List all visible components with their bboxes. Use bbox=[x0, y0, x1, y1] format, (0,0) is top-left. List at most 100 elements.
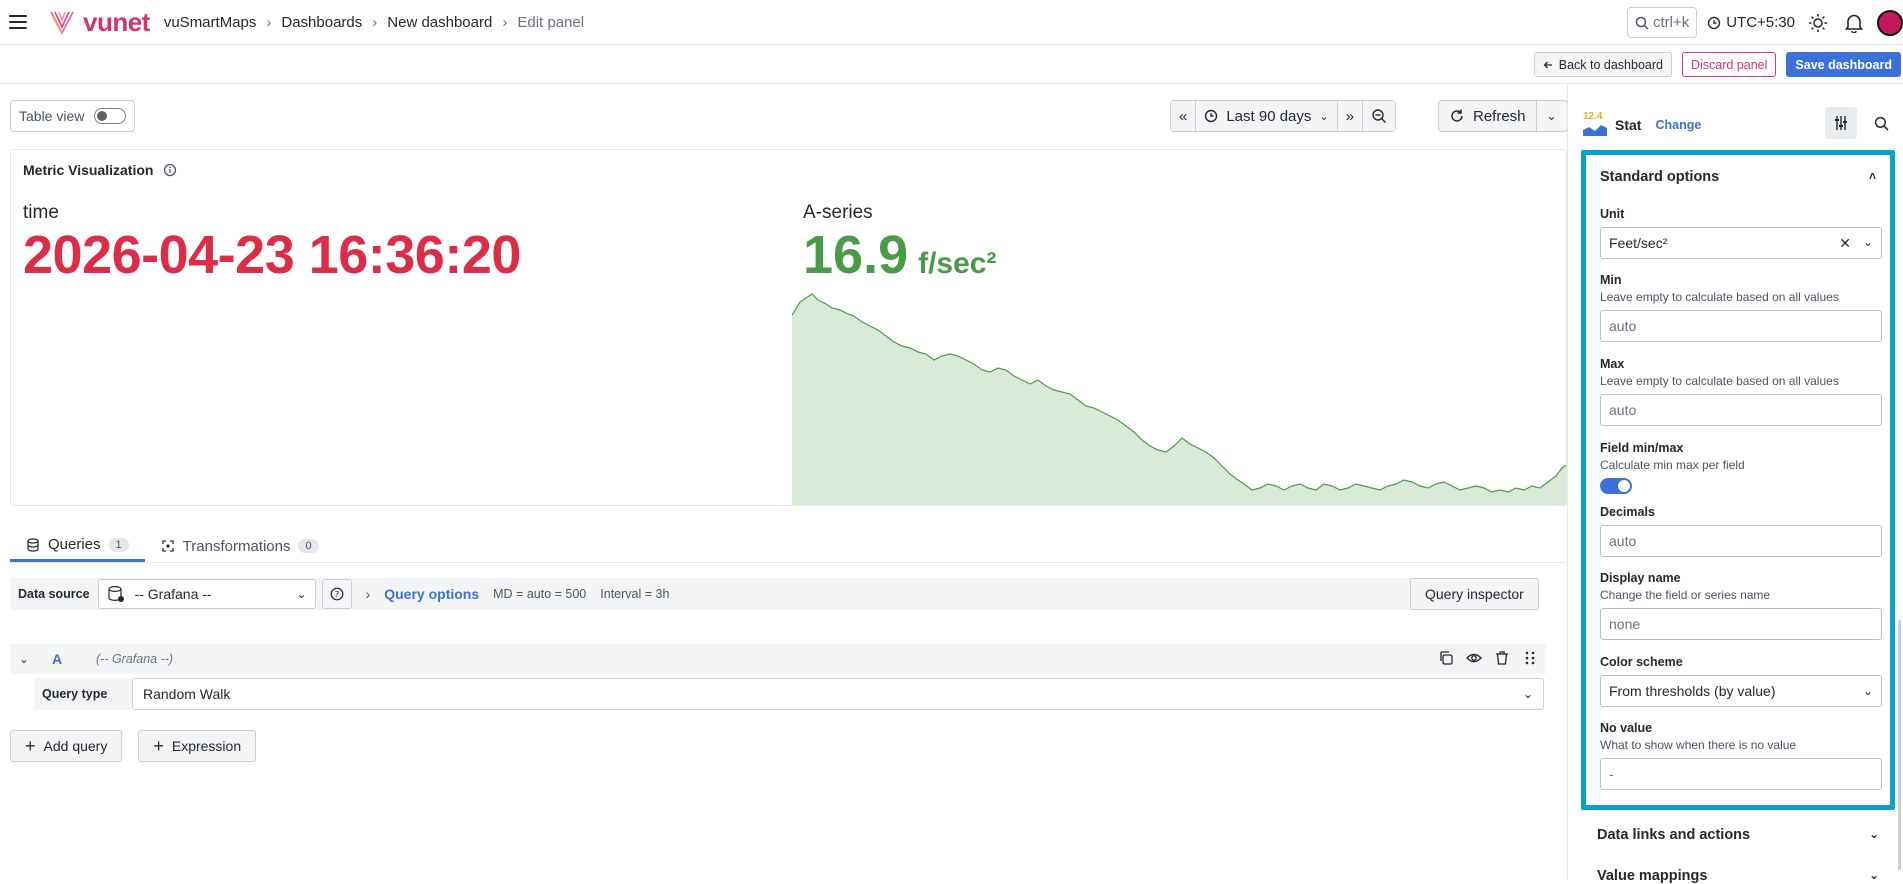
query-options-md: MD = auto = 500 bbox=[493, 587, 587, 601]
info-icon[interactable] bbox=[163, 163, 177, 177]
svg-text:?: ? bbox=[334, 590, 338, 599]
field-min-max-switch[interactable] bbox=[1600, 478, 1632, 494]
trash-icon[interactable] bbox=[1494, 650, 1510, 666]
options-toggle-button[interactable] bbox=[1825, 107, 1857, 139]
collapse-query-icon[interactable]: ⌄ bbox=[10, 653, 38, 666]
transform-icon bbox=[162, 540, 174, 552]
pane-divider[interactable] bbox=[1567, 84, 1568, 880]
avatar[interactable] bbox=[1877, 9, 1903, 36]
back-to-dashboard-button[interactable]: Back to dashboard bbox=[1533, 52, 1672, 77]
zoom-out-icon bbox=[1372, 109, 1386, 123]
drag-handle-icon[interactable] bbox=[1522, 650, 1538, 666]
color-scheme-label: Color scheme bbox=[1600, 655, 1683, 669]
panel-title: Metric Visualization bbox=[23, 162, 177, 178]
data-source-help-button[interactable]: ? bbox=[321, 579, 352, 609]
add-query-button[interactable]: + Add query bbox=[10, 730, 123, 762]
menu-icon[interactable] bbox=[9, 15, 27, 29]
zoom-out-button[interactable] bbox=[1362, 101, 1395, 131]
query-type-label: Query type bbox=[34, 678, 132, 710]
data-source-value: -- Grafana -- bbox=[134, 586, 212, 602]
unit-value: Feet/sec² bbox=[1609, 235, 1668, 251]
breadcrumb-item-new-dashboard[interactable]: New dashboard bbox=[387, 14, 492, 31]
table-view-switch[interactable] bbox=[94, 108, 127, 124]
breadcrumb-item-vusmartmaps[interactable]: vuSmartMaps bbox=[164, 14, 257, 31]
color-scheme-select[interactable]: From thresholds (by value) ⌄ bbox=[1600, 675, 1882, 707]
duplicate-icon[interactable] bbox=[1438, 650, 1454, 666]
time-range-picker[interactable]: Last 90 days ⌄ bbox=[1196, 101, 1338, 131]
options-scrollbar[interactable] bbox=[1898, 620, 1901, 870]
chevron-right-icon: › bbox=[266, 13, 272, 31]
display-name-label: Display name bbox=[1600, 571, 1681, 585]
display-name-field: Display name Change the field or series … bbox=[1600, 571, 1882, 640]
time-shift-forward-button[interactable]: » bbox=[1337, 101, 1363, 131]
search-icon bbox=[1874, 116, 1888, 130]
standard-options-header[interactable]: Standard options ˄ bbox=[1600, 169, 1876, 185]
query-type-select[interactable]: Random Walk ⌄ bbox=[132, 678, 1544, 710]
display-name-placeholder: none bbox=[1609, 616, 1641, 632]
query-ref-id[interactable]: A bbox=[38, 651, 96, 667]
series-stat-unit: f/sec² bbox=[918, 247, 997, 280]
clear-icon[interactable]: ✕ bbox=[1839, 235, 1851, 252]
refresh-interval-dropdown[interactable]: ⌄ bbox=[1537, 101, 1567, 131]
field-min-max-label: Field min/max bbox=[1600, 441, 1684, 455]
query-inspector-button[interactable]: Query inspector bbox=[1410, 578, 1539, 610]
max-label: Max bbox=[1600, 357, 1625, 371]
logo[interactable]: vunet bbox=[49, 7, 150, 38]
refresh-button[interactable]: Refresh bbox=[1439, 101, 1537, 131]
data-source-picker[interactable]: -- Grafana -- ⌄ bbox=[97, 579, 316, 609]
min-field: Min Leave empty to calculate based on al… bbox=[1600, 273, 1882, 342]
data-links-section-header[interactable]: Data links and actions ⌄ bbox=[1583, 827, 1893, 843]
search-options-button[interactable] bbox=[1865, 107, 1897, 139]
display-name-input[interactable]: none bbox=[1600, 608, 1882, 640]
chevron-down-icon: ⌄ bbox=[1319, 110, 1329, 123]
sparkline bbox=[792, 293, 1566, 505]
value-mappings-section-header[interactable]: Value mappings ⌄ bbox=[1583, 868, 1893, 884]
no-value-input[interactable]: - bbox=[1600, 758, 1882, 790]
unit-select[interactable]: Feet/sec² ✕ ⌄ bbox=[1600, 227, 1882, 259]
display-name-description: Change the field or series name bbox=[1600, 588, 1771, 602]
time-shift-back-button[interactable]: « bbox=[1171, 101, 1197, 131]
theme-toggle-button[interactable] bbox=[1805, 10, 1831, 36]
eye-icon[interactable] bbox=[1466, 650, 1482, 666]
search-input[interactable]: ctrl+k bbox=[1626, 7, 1698, 38]
panel-toolbar: Table view « Last 90 days ⌄ » Refresh ⌄ bbox=[10, 100, 1568, 134]
timezone-button[interactable]: UTC+5:30 bbox=[1707, 14, 1795, 31]
series-stat-label: A-series bbox=[803, 202, 873, 223]
data-links-title: Data links and actions bbox=[1597, 827, 1751, 843]
query-options-title: Query options bbox=[384, 586, 480, 602]
no-value-description: What to show when there is no value bbox=[1600, 738, 1797, 752]
back-to-dashboard-label: Back to dashboard bbox=[1558, 57, 1663, 72]
decimals-input[interactable]: auto bbox=[1600, 525, 1882, 557]
data-source-label: Data source bbox=[18, 587, 90, 601]
timezone-label: UTC+5:30 bbox=[1726, 14, 1795, 31]
decimals-placeholder: auto bbox=[1609, 533, 1637, 549]
chevron-down-icon: ⌄ bbox=[1546, 109, 1557, 123]
query-row-header: ⌄ A (-- Grafana --) bbox=[10, 644, 1546, 674]
top-bar: vunet vuSmartMaps › Dashboards › New das… bbox=[0, 0, 1903, 45]
standard-options-section: Standard options ˄ Unit Feet/sec² ✕ ⌄ Mi… bbox=[1581, 150, 1895, 810]
queries-count-badge: 1 bbox=[108, 537, 129, 552]
notifications-button[interactable] bbox=[1841, 10, 1867, 36]
table-view-toggle[interactable]: Table view bbox=[10, 100, 136, 132]
plus-icon: + bbox=[25, 736, 36, 756]
tab-queries[interactable]: Queries 1 bbox=[10, 530, 145, 562]
series-stat: A-series 16.9 f/sec² bbox=[803, 202, 996, 284]
min-label: Min bbox=[1600, 273, 1622, 287]
min-input[interactable]: auto bbox=[1600, 310, 1882, 342]
max-placeholder: auto bbox=[1609, 402, 1637, 418]
breadcrumb: vuSmartMaps › Dashboards › New dashboard… bbox=[164, 14, 584, 31]
max-input[interactable]: auto bbox=[1600, 394, 1882, 426]
tabs-divider bbox=[10, 562, 1566, 563]
save-dashboard-button[interactable]: Save dashboard bbox=[1786, 52, 1901, 77]
add-expression-button[interactable]: + Expression bbox=[138, 730, 257, 762]
chevron-down-icon: ⌄ bbox=[296, 587, 307, 601]
query-options[interactable]: › Query options MD = auto = 500 Interval… bbox=[366, 586, 670, 602]
tab-transformations[interactable]: Transformations 0 bbox=[145, 530, 335, 562]
tab-queries-label: Queries bbox=[48, 536, 101, 553]
color-scheme-value: From thresholds (by value) bbox=[1609, 683, 1776, 699]
max-description: Leave empty to calculate based on all va… bbox=[1600, 374, 1839, 388]
discard-panel-button[interactable]: Discard panel bbox=[1681, 52, 1777, 77]
change-viz-button[interactable]: Change bbox=[1655, 118, 1701, 132]
breadcrumb-item-dashboards[interactable]: Dashboards bbox=[281, 14, 362, 31]
refresh-control: Refresh ⌄ bbox=[1438, 100, 1568, 132]
